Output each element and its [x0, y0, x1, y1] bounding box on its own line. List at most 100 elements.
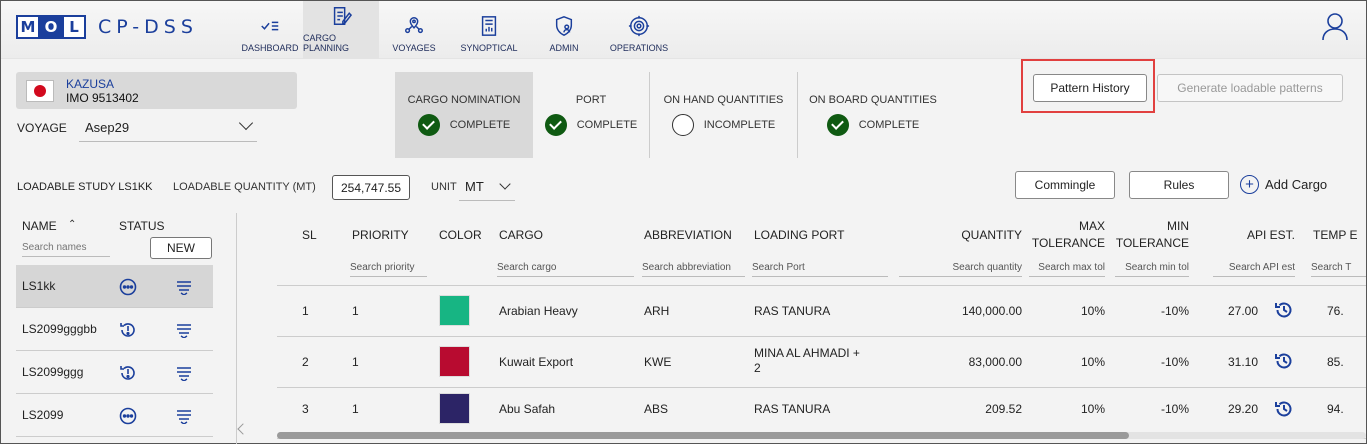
- add-cargo-button[interactable]: + Add Cargo: [1240, 175, 1327, 194]
- unit-select-value: MT: [465, 179, 484, 194]
- history-icon[interactable]: [1274, 300, 1294, 320]
- cell-api: 29.20: [1227, 402, 1258, 416]
- dashboard-icon: [261, 21, 279, 31]
- header-abbreviation: ABBREVIATION: [644, 228, 732, 242]
- voyages-icon: [405, 17, 423, 34]
- history-icon[interactable]: [1274, 351, 1294, 371]
- study-row[interactable]: LS2099: [16, 394, 213, 437]
- cell-temp: 85.: [1327, 355, 1344, 369]
- loadable-quantity-value[interactable]: 254,747.55: [332, 175, 410, 200]
- in-progress-icon: [119, 407, 137, 425]
- cell-loading-port[interactable]: RAS TANURA: [754, 402, 830, 417]
- search-quantity-input[interactable]: Search quantity: [899, 258, 1022, 277]
- step-status: INCOMPLETE: [703, 119, 776, 131]
- voyage-select[interactable]: Asep29: [79, 114, 257, 142]
- cargo-color-swatch[interactable]: [439, 393, 470, 424]
- new-study-button[interactable]: NEW: [150, 237, 212, 259]
- cell-loading-port[interactable]: RAS TANURA: [754, 304, 830, 319]
- main-nav: DASHBOARD CARGO PLANNING VOYAGES SYNOPTI…: [237, 1, 679, 59]
- cell-cargo: Arabian Heavy: [499, 304, 578, 318]
- check-circle-icon: [826, 114, 849, 136]
- nav-admin-label: ADMIN: [549, 43, 579, 53]
- cell-loading-port[interactable]: MINA AL AHMADI + 2: [754, 346, 860, 376]
- port-line-1: MINA AL AHMADI +: [754, 346, 860, 360]
- port-line-1: RAS TANURA: [754, 402, 831, 416]
- vessel-info-card: KAZUSA IMO 9513402: [16, 72, 297, 109]
- logo-letter-m: M: [18, 17, 38, 37]
- search-priority-input[interactable]: Search priority: [350, 258, 427, 277]
- search-names-input[interactable]: [22, 239, 110, 257]
- cell-abbreviation: ARH: [644, 304, 670, 318]
- nav-admin[interactable]: ADMIN: [529, 1, 599, 59]
- brand[interactable]: M O L CP-DSS: [16, 15, 198, 39]
- cell-sl: 2: [302, 355, 309, 369]
- search-min-tol-input[interactable]: Search min tol: [1115, 258, 1189, 277]
- cell-quantity: 140,000.00: [961, 304, 1022, 318]
- status-column-header: STATUS: [119, 219, 165, 233]
- nav-operations-label: OPERATIONS: [609, 43, 669, 53]
- search-max-tol-input[interactable]: Search max tol: [1029, 258, 1105, 277]
- step-on-board-quantities[interactable]: ON BOARD QUANTITIES COMPLETE: [798, 72, 948, 158]
- voyage-label: VOYAGE: [17, 121, 67, 135]
- unit-select[interactable]: MT: [459, 173, 515, 201]
- unit-label: UNIT: [431, 181, 457, 193]
- cargo-color-swatch[interactable]: [439, 346, 470, 377]
- cell-cargo: Kuwait Export: [499, 355, 574, 369]
- rules-button[interactable]: Rules: [1129, 171, 1229, 199]
- search-port-input[interactable]: Search Port: [752, 258, 888, 277]
- search-cargo-input[interactable]: Search cargo: [497, 258, 634, 277]
- nav-operations[interactable]: OPERATIONS: [599, 1, 679, 59]
- menu-icon[interactable]: [176, 322, 192, 339]
- synoptical-icon: [481, 16, 497, 36]
- step-port[interactable]: PORT COMPLETE: [533, 72, 650, 158]
- top-navigation-bar: M O L CP-DSS DASHBOARD CARGO PLANNING VO…: [1, 1, 1366, 59]
- study-row[interactable]: LS1kk: [16, 265, 213, 308]
- header-max-line2: TOLERANCE: [1031, 236, 1105, 250]
- loadable-studies-panel: NAME ⌃ STATUS NEW LS1kk LS2099gggbb LS20…: [16, 213, 213, 444]
- nav-cargo-planning[interactable]: CARGO PLANNING: [303, 1, 379, 59]
- cell-max-tolerance: 10%: [1080, 402, 1105, 416]
- nav-cargo-planning-label: CARGO PLANNING: [303, 33, 350, 53]
- check-circle-icon: [417, 114, 440, 136]
- header-loading-port: LOADING PORT: [754, 228, 845, 242]
- cargo-table: SL PRIORITY COLOR CARGO ABBREVIATION LOA…: [277, 213, 1366, 444]
- table-row[interactable]: 1 1 Arabian Heavy ARH RAS TANURA 140,000…: [277, 286, 1366, 337]
- cargo-planning-icon: [333, 7, 352, 25]
- collapse-panel-icon[interactable]: [237, 423, 249, 435]
- scrollbar-thumb[interactable]: [277, 432, 1129, 439]
- cell-sl: 1: [302, 304, 309, 318]
- cell-min-tolerance: -10%: [1160, 355, 1189, 369]
- step-on-hand-quantities[interactable]: ON HAND QUANTITIES INCOMPLETE: [650, 72, 798, 158]
- header-sl: SL: [302, 228, 317, 242]
- cargo-color-swatch[interactable]: [439, 295, 470, 326]
- empty-circle-icon: [671, 114, 694, 136]
- menu-icon[interactable]: [176, 408, 192, 425]
- commingle-button[interactable]: Commingle: [1015, 171, 1115, 199]
- logo-letter-l: L: [64, 17, 84, 37]
- pattern-history-button[interactable]: Pattern History: [1033, 74, 1147, 102]
- study-row[interactable]: LS2099gggbb: [16, 308, 213, 351]
- menu-icon[interactable]: [176, 365, 192, 382]
- table-row[interactable]: 2 1 Kuwait Export KWE MINA AL AHMADI + 2…: [277, 337, 1366, 388]
- step-cargo-nomination[interactable]: CARGO NOMINATION COMPLETE: [395, 72, 533, 158]
- cell-api: 31.10: [1227, 355, 1258, 369]
- generate-loadable-patterns-button[interactable]: Generate loadable patterns: [1157, 74, 1343, 102]
- horizontal-scrollbar[interactable]: [277, 432, 1366, 439]
- history-icon[interactable]: [1274, 399, 1294, 419]
- nav-dashboard[interactable]: DASHBOARD: [237, 1, 303, 59]
- cell-max-tolerance: 10%: [1080, 304, 1105, 318]
- step-title: CARGO NOMINATION: [407, 94, 521, 106]
- user-profile-button[interactable]: [1320, 11, 1350, 41]
- search-abbreviation-input[interactable]: Search abbreviation: [642, 258, 745, 277]
- nav-voyages[interactable]: VOYAGES: [379, 1, 449, 59]
- study-row[interactable]: LS2099ggg: [16, 351, 213, 394]
- nav-synoptical[interactable]: SYNOPTICAL: [449, 1, 529, 59]
- search-api-input[interactable]: Search API est: [1213, 258, 1295, 277]
- header-max-line1: MAX: [1078, 219, 1105, 233]
- japan-flag-icon: [26, 79, 54, 102]
- search-temp-input[interactable]: Search T: [1311, 258, 1366, 277]
- header-api-est: API EST.: [1246, 228, 1295, 242]
- add-cargo-label: Add Cargo: [1265, 177, 1328, 192]
- sort-icon[interactable]: ⌃: [68, 219, 76, 230]
- menu-icon[interactable]: [176, 279, 192, 296]
